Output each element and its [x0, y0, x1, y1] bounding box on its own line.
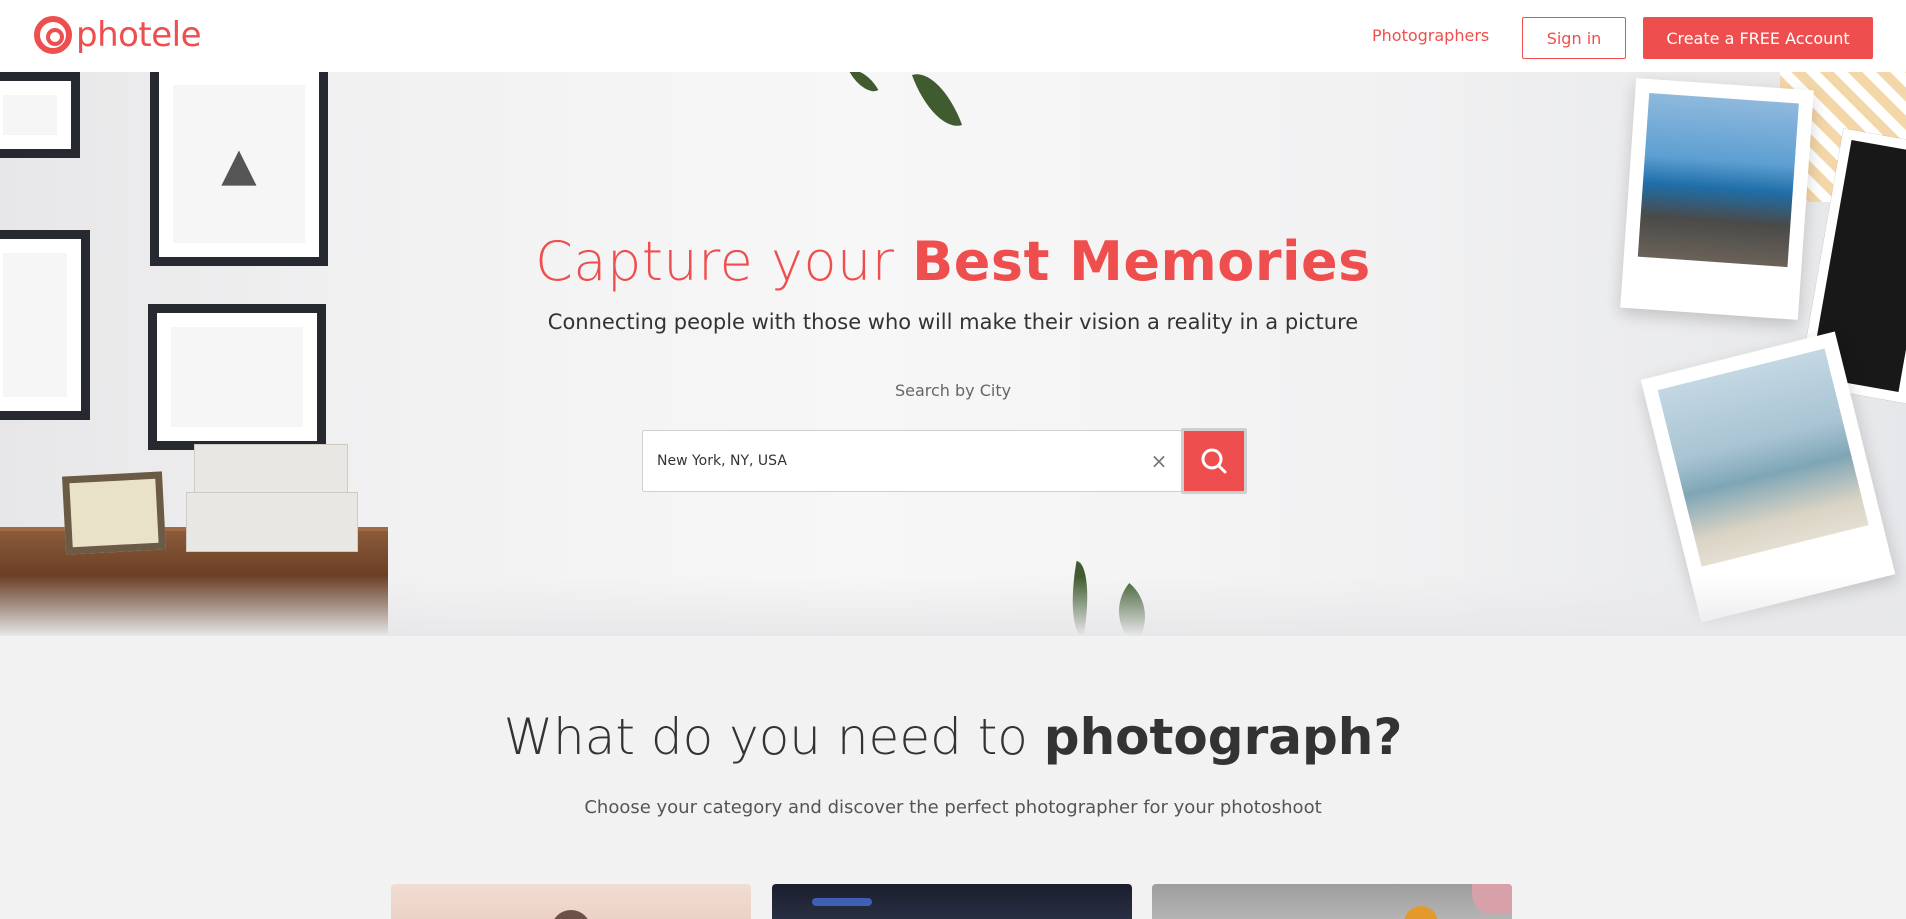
category-title-bold: photograph?: [1043, 708, 1403, 766]
category-title-light: What do you need to: [503, 708, 1044, 766]
card-image: [812, 898, 872, 906]
wall-frame-bear: [0, 72, 80, 158]
hero-title-light: Capture your: [535, 230, 913, 293]
card-image: [1404, 906, 1438, 919]
storage-box-top: [194, 444, 348, 496]
category-section-subtitle: Choose your category and discover the pe…: [584, 797, 1322, 818]
logo[interactable]: photele: [34, 15, 202, 55]
hero-section: ▲ Capture your Best Memories Connecting …: [0, 72, 1906, 636]
hero-subtitle: Connecting people with those who will ma…: [547, 310, 1359, 334]
hero-title: Capture your Best Memories: [0, 230, 1906, 293]
create-account-button[interactable]: Create a FREE Account: [1643, 17, 1873, 59]
nav-photographers-link[interactable]: Photographers: [1372, 26, 1489, 45]
category-card-2[interactable]: [772, 884, 1132, 919]
card-image: [551, 910, 591, 919]
category-section-title: What do you need to photograph?: [0, 708, 1906, 766]
category-card-1[interactable]: [391, 884, 751, 919]
search-button[interactable]: [1181, 428, 1247, 494]
card-image: [1472, 884, 1512, 914]
hero-title-bold: Best Memories: [912, 230, 1371, 293]
category-card-3[interactable]: [1152, 884, 1512, 919]
signin-button[interactable]: Sign in: [1522, 17, 1626, 59]
dog-photo-frame: [62, 471, 166, 555]
close-icon[interactable]: ×: [1147, 449, 1171, 473]
site-header: photele Photographers Sign in Create a F…: [0, 0, 1906, 72]
search-label: Search by City: [894, 381, 1012, 400]
plant-leaf: [911, 72, 963, 136]
search-icon: [1201, 448, 1227, 474]
photele-logo-icon: [34, 16, 72, 54]
city-search-box: ×: [642, 430, 1182, 492]
city-search-input[interactable]: [657, 453, 1127, 469]
hero-floor-shade: [0, 576, 1906, 636]
storage-box-bottom: [186, 492, 358, 552]
logo-text: photele: [76, 15, 202, 55]
plant-leaf: [849, 72, 879, 98]
